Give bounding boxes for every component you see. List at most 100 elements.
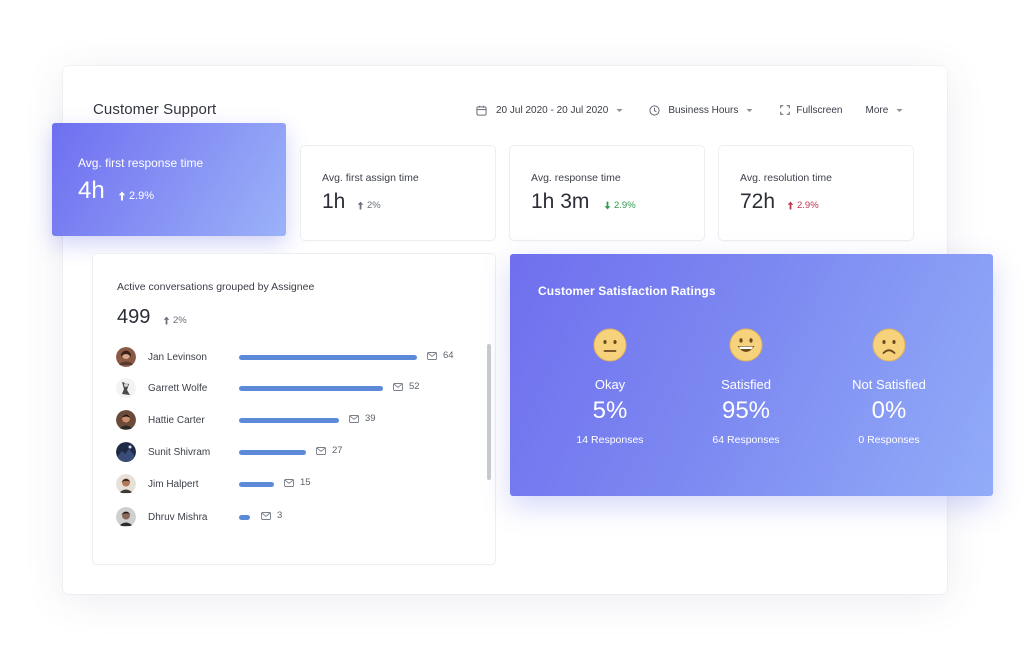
count-bar bbox=[239, 418, 339, 423]
conversation-count: 3 bbox=[261, 510, 282, 521]
metric-delta: 2.9% bbox=[118, 190, 154, 202]
chevron-down-icon bbox=[746, 108, 753, 112]
fullscreen-button[interactable]: Fullscreen bbox=[780, 105, 842, 116]
metric-delta: 2.9% bbox=[604, 200, 636, 211]
metric-label: Avg. response time bbox=[531, 172, 621, 184]
conversation-count: 15 bbox=[284, 477, 311, 488]
assignee-row[interactable]: Sunit Shivram 27 bbox=[116, 442, 476, 464]
metric-card-resolution[interactable]: Avg. resolution time 72h 2.9% bbox=[719, 146, 913, 240]
assignee-name: Jan Levinson bbox=[148, 352, 207, 363]
metric-delta: 2.9% bbox=[787, 200, 819, 211]
business-hours-label: Business Hours bbox=[668, 104, 739, 116]
assignee-row[interactable]: Jim Halpert 15 bbox=[116, 474, 476, 496]
avatar bbox=[116, 474, 136, 494]
toolbar: 20 Jul 2020 - 20 Jul 2020 Business Hours… bbox=[476, 101, 903, 119]
arrow-up-icon bbox=[118, 191, 126, 201]
assignee-row[interactable]: Dhruv Mishra 3 bbox=[116, 507, 476, 529]
metric-label: Avg. first assign time bbox=[322, 172, 419, 184]
metric-label: Avg. resolution time bbox=[740, 172, 833, 184]
assignee-card-title: Active conversations grouped by Assignee bbox=[117, 281, 315, 293]
assignee-row[interactable]: Jan Levinson 64 bbox=[116, 347, 476, 369]
frowning-face-icon bbox=[872, 328, 906, 362]
assignee-row[interactable]: Garrett Wolfe 52 bbox=[116, 378, 476, 400]
csat-percent: 0% bbox=[871, 397, 907, 424]
metric-card-first-response[interactable]: Avg. first response time 4h 2.9% bbox=[52, 123, 286, 236]
conversation-count: 39 bbox=[349, 413, 376, 424]
conversation-count: 52 bbox=[393, 381, 420, 392]
neutral-face-icon bbox=[593, 328, 627, 362]
arrow-up-icon bbox=[357, 201, 364, 210]
csat-label: Okay bbox=[594, 377, 626, 392]
count-bar bbox=[239, 450, 306, 455]
csat-percent: 95% bbox=[721, 397, 771, 424]
csat-item-not-satisfied: Not Satisfied 0% 0 Responses bbox=[819, 328, 959, 446]
avatar bbox=[116, 442, 136, 462]
metric-label: Avg. first response time bbox=[78, 156, 204, 170]
count-bar bbox=[239, 482, 274, 487]
assignee-name: Jim Halpert bbox=[148, 479, 199, 490]
business-hours-dropdown[interactable]: Business Hours bbox=[649, 105, 753, 116]
mail-icon bbox=[427, 351, 437, 360]
count-bar bbox=[239, 355, 417, 360]
assignee-name: Dhruv Mishra bbox=[148, 512, 208, 523]
csat-responses: 0 Responses bbox=[858, 434, 920, 446]
metric-card-response[interactable]: Avg. response time 1h 3m 2.9% bbox=[510, 146, 704, 240]
metric-value: 1h bbox=[322, 190, 346, 213]
grinning-face-icon bbox=[729, 328, 763, 362]
csat-ratings-card: Customer Satisfaction Ratings Okay 5% 14… bbox=[510, 254, 993, 496]
assignee-name: Hattie Carter bbox=[148, 415, 205, 426]
mail-icon bbox=[316, 446, 326, 455]
count-value: 3 bbox=[277, 510, 283, 521]
metric-delta-value: 2% bbox=[367, 200, 381, 211]
calendar-icon bbox=[476, 105, 487, 116]
metric-delta-value: 2.9% bbox=[129, 190, 155, 202]
mail-icon bbox=[284, 478, 294, 487]
csat-percent: 5% bbox=[592, 397, 628, 424]
scrollbar[interactable] bbox=[487, 344, 491, 480]
chevron-down-icon bbox=[896, 108, 903, 112]
more-label: More bbox=[865, 104, 889, 116]
chevron-down-icon bbox=[616, 108, 623, 112]
assignee-conversations-card: Active conversations grouped by Assignee… bbox=[93, 254, 495, 564]
count-value: 15 bbox=[300, 477, 311, 488]
assignee-delta-value: 2% bbox=[173, 315, 187, 326]
avatar bbox=[116, 378, 136, 398]
metric-card-first-assign[interactable]: Avg. first assign time 1h 2% bbox=[301, 146, 495, 240]
count-value: 39 bbox=[365, 413, 376, 424]
assignee-row[interactable]: Hattie Carter 39 bbox=[116, 410, 476, 432]
date-range-label: 20 Jul 2020 - 20 Jul 2020 bbox=[496, 104, 609, 116]
metric-value: 1h 3m bbox=[531, 190, 590, 213]
avatar bbox=[116, 347, 136, 367]
csat-item-okay: Okay 5% 14 Responses bbox=[540, 328, 680, 446]
metric-delta-value: 2.9% bbox=[797, 200, 819, 211]
csat-responses: 14 Responses bbox=[576, 434, 644, 446]
metric-value: 4h bbox=[78, 177, 105, 204]
arrow-down-icon bbox=[604, 201, 611, 210]
mail-icon bbox=[261, 511, 271, 520]
conversation-count: 64 bbox=[427, 350, 454, 361]
assignee-name: Sunit Shivram bbox=[148, 447, 211, 458]
date-range-picker[interactable]: 20 Jul 2020 - 20 Jul 2020 bbox=[476, 105, 623, 116]
more-menu[interactable]: More bbox=[865, 105, 903, 116]
count-value: 27 bbox=[332, 445, 343, 456]
csat-label: Not Satisfied bbox=[852, 377, 926, 392]
conversation-count: 27 bbox=[316, 445, 343, 456]
count-bar bbox=[239, 386, 383, 391]
csat-item-satisfied: Satisfied 95% 64 Responses bbox=[676, 328, 816, 446]
mail-icon bbox=[349, 414, 359, 423]
csat-responses: 64 Responses bbox=[712, 434, 780, 446]
assignee-name: Garrett Wolfe bbox=[148, 383, 208, 394]
count-value: 52 bbox=[409, 381, 420, 392]
page-title: Customer Support bbox=[93, 101, 217, 118]
metric-delta-value: 2.9% bbox=[614, 200, 636, 211]
csat-label: Satisfied bbox=[721, 377, 771, 392]
metric-delta: 2% bbox=[357, 200, 381, 211]
count-bar bbox=[239, 515, 250, 520]
mail-icon bbox=[393, 382, 403, 391]
arrow-up-icon bbox=[787, 201, 794, 210]
assignee-total: 499 bbox=[117, 306, 151, 328]
fullscreen-label: Fullscreen bbox=[796, 104, 843, 116]
arrow-up-icon bbox=[163, 316, 170, 325]
metric-value: 72h bbox=[740, 190, 776, 213]
csat-title: Customer Satisfaction Ratings bbox=[538, 284, 716, 298]
